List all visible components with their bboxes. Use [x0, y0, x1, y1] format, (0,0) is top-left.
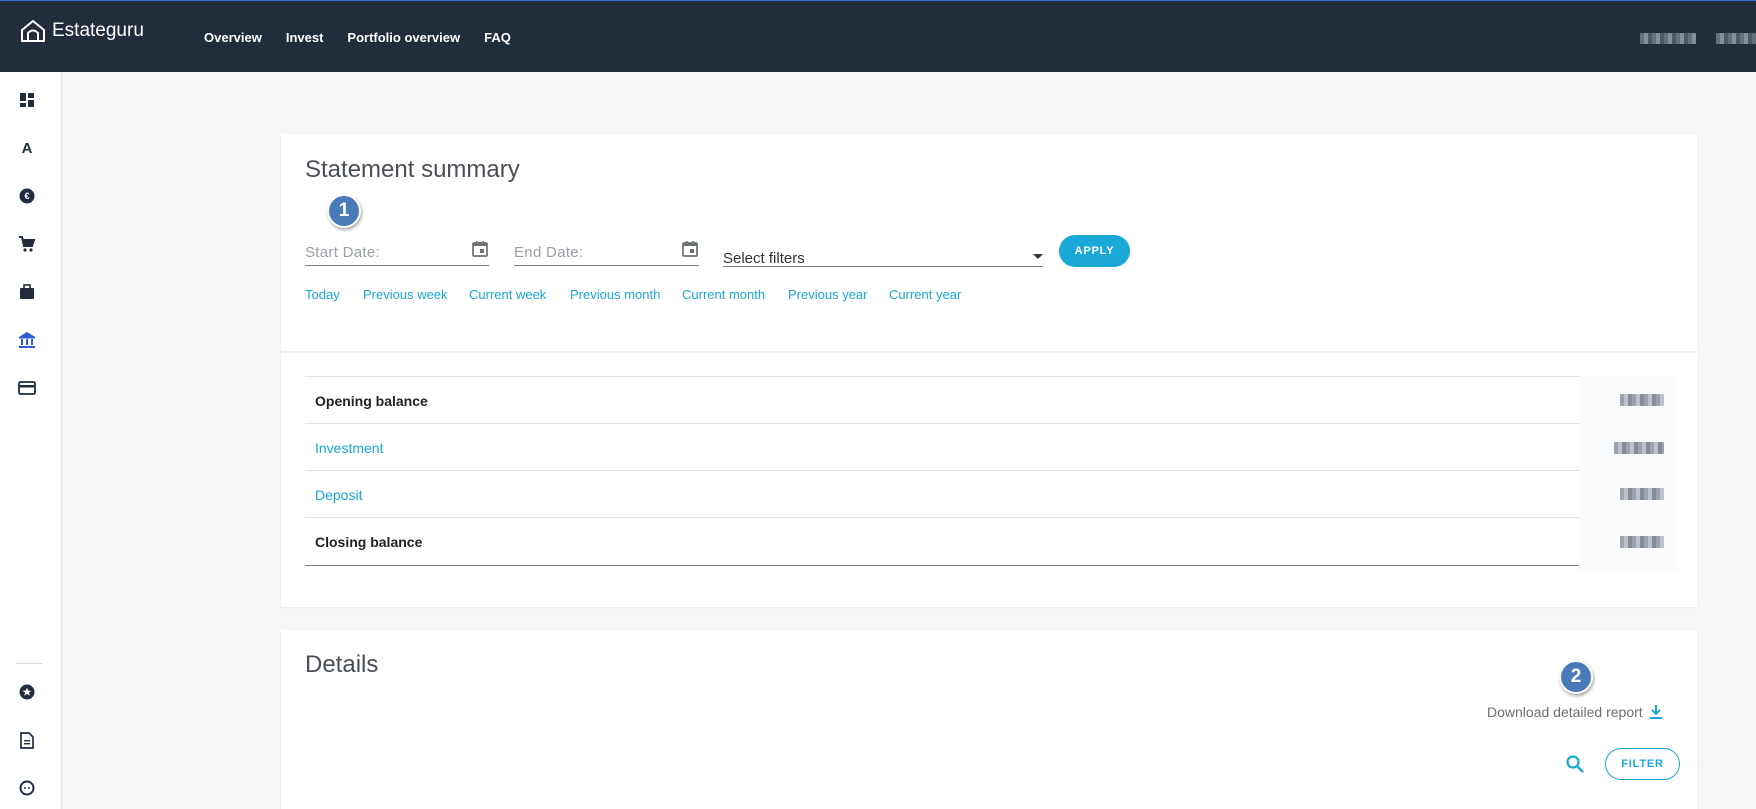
nav-overview[interactable]: Overview — [204, 30, 262, 45]
deposit-link[interactable]: Deposit — [315, 487, 362, 503]
start-calendar-icon[interactable] — [471, 240, 489, 258]
range-current-week[interactable]: Current week — [469, 287, 546, 302]
deposit-amount-redacted — [1620, 488, 1664, 500]
end-date-placeholder: End Date: — [514, 244, 584, 261]
download-icon — [1649, 705, 1662, 719]
download-report-label: Download detailed report — [1487, 704, 1643, 720]
opening-balance-label: Opening balance — [315, 393, 428, 409]
start-date-field[interactable]: Start Date: — [305, 230, 489, 266]
sidebar-divider — [16, 663, 42, 664]
range-current-month[interactable]: Current month — [682, 287, 765, 302]
download-report-link[interactable]: Download detailed report — [1487, 704, 1663, 720]
star-badge-icon[interactable] — [17, 682, 37, 702]
range-previous-week[interactable]: Previous week — [363, 287, 448, 302]
table-row: Opening balance — [305, 377, 1579, 424]
filters-select[interactable]: Select filters — [723, 230, 1043, 267]
end-date-field[interactable]: End Date: — [514, 230, 699, 266]
chevron-down-icon — [1033, 254, 1043, 259]
investment-amount-redacted — [1614, 442, 1664, 454]
range-previous-year[interactable]: Previous year — [788, 287, 867, 302]
statement-summary-title: Statement summary — [305, 156, 520, 183]
closing-balance-amount-redacted — [1620, 536, 1664, 548]
filter-button[interactable]: FILTER — [1605, 748, 1680, 780]
briefcase-icon[interactable] — [17, 282, 37, 302]
details-card — [281, 630, 1697, 809]
sidebar: A € — [0, 72, 62, 809]
cart-icon[interactable] — [17, 234, 37, 254]
bank-icon[interactable] — [17, 330, 37, 350]
house-logo-icon — [21, 20, 45, 42]
euro-coin-icon[interactable]: € — [17, 186, 37, 206]
main-nav: Overview Invest Portfolio overview FAQ — [204, 1, 535, 73]
search-icon[interactable] — [1565, 754, 1585, 779]
support-agent-icon[interactable] — [17, 778, 37, 798]
table-row: Deposit — [305, 471, 1579, 518]
opening-balance-amount-redacted — [1620, 394, 1664, 406]
letter-a-icon[interactable]: A — [17, 138, 37, 158]
document-icon[interactable] — [17, 730, 37, 750]
end-calendar-icon[interactable] — [681, 240, 699, 258]
filters-select-value: Select filters — [723, 250, 805, 267]
brand-logo[interactable]: Estateguru — [20, 19, 144, 43]
nav-portfolio-overview[interactable]: Portfolio overview — [347, 30, 460, 45]
table-row: Closing balance — [305, 518, 1579, 565]
nav-faq[interactable]: FAQ — [484, 30, 511, 45]
range-today[interactable]: Today — [305, 287, 340, 302]
closing-balance-label: Closing balance — [315, 534, 423, 550]
table-bottom-line — [305, 565, 1579, 566]
investment-link[interactable]: Investment — [315, 440, 383, 456]
table-row: Investment — [305, 424, 1579, 471]
range-current-year[interactable]: Current year — [889, 287, 961, 302]
user-menu-redacted[interactable] — [1716, 33, 1756, 44]
apply-button[interactable]: APPLY — [1059, 235, 1130, 267]
start-date-placeholder: Start Date: — [305, 244, 380, 261]
step-badge-2: 2 — [1559, 660, 1593, 694]
step-badge-1: 1 — [327, 194, 361, 228]
credit-card-icon[interactable] — [17, 378, 37, 398]
details-title: Details — [305, 651, 379, 678]
account-balance-redacted[interactable] — [1640, 33, 1696, 44]
dashboard-icon[interactable] — [17, 90, 37, 110]
range-previous-month[interactable]: Previous month — [570, 287, 660, 302]
top-navigation-bar: Estateguru Overview Invest Portfolio ove… — [0, 0, 1756, 72]
nav-invest[interactable]: Invest — [286, 30, 324, 45]
brand-name: Estateguru — [52, 20, 144, 41]
